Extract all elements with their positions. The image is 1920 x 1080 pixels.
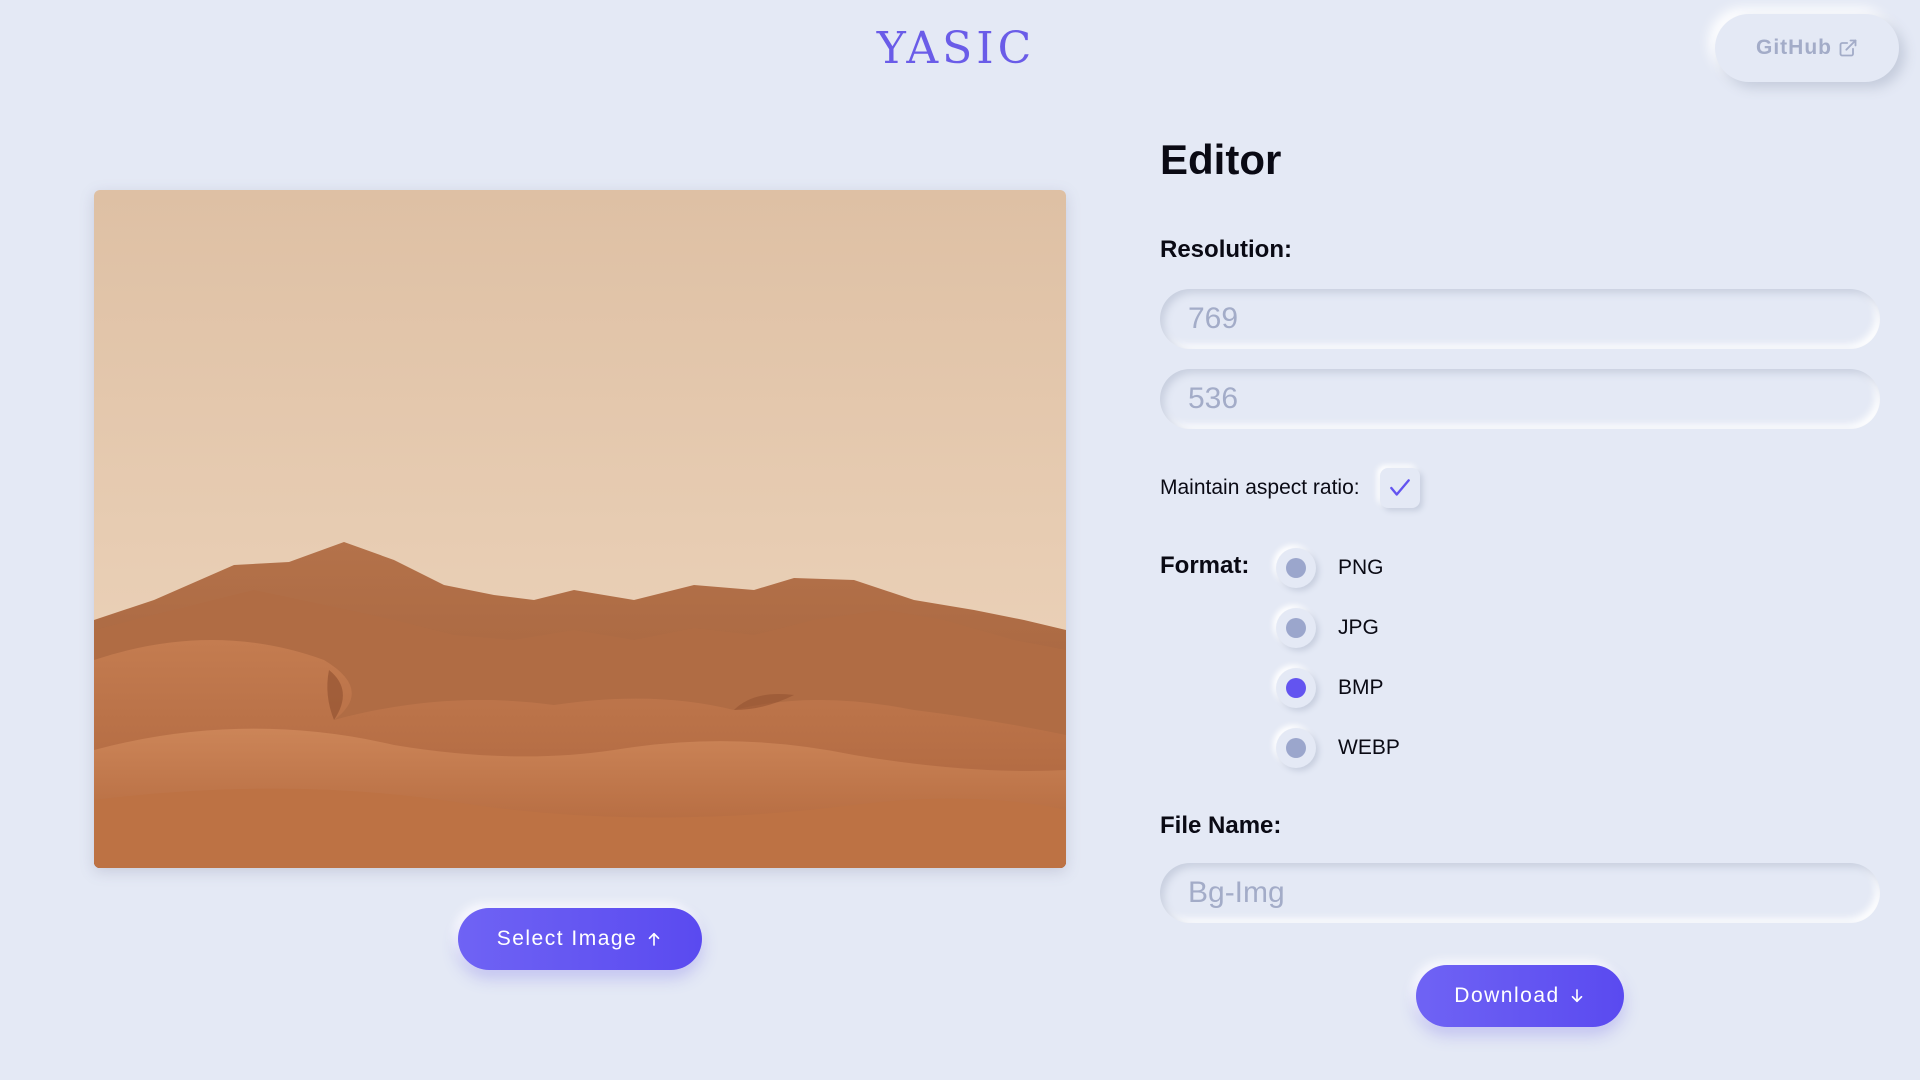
aspect-ratio-checkbox[interactable] (1379, 468, 1420, 508)
resolution-label: Resolution: (1160, 236, 1292, 263)
format-option-label: PNG (1338, 556, 1384, 579)
checkmark-icon (1389, 479, 1410, 496)
desert-dunes-image (94, 190, 1066, 868)
app-logo: YASIC (876, 22, 1036, 74)
app-root: YASIC GitHub Select Image Editor Resolut… (0, 0, 1920, 1080)
radio-button[interactable] (1276, 728, 1316, 768)
format-option-webp[interactable]: WEBP (1276, 728, 1400, 768)
format-option-label: WEBP (1338, 736, 1400, 759)
arrow-down-icon (1571, 989, 1583, 1003)
format-option-bmp[interactable]: BMP (1276, 668, 1400, 708)
github-link-button[interactable]: GitHub (1715, 14, 1899, 82)
aspect-ratio-label: Maintain aspect ratio: (1160, 476, 1360, 499)
format-option-label: JPG (1338, 616, 1379, 639)
height-input[interactable] (1160, 369, 1880, 429)
editor-title: Editor (1160, 136, 1282, 183)
select-image-label: Select Image (496, 927, 638, 950)
image-preview (94, 190, 1066, 868)
download-button[interactable]: Download (1416, 965, 1624, 1027)
radio-button[interactable] (1276, 548, 1316, 588)
format-radio-group: PNG JPG BMP WEBP (1276, 548, 1400, 768)
format-option-jpg[interactable]: JPG (1276, 608, 1400, 648)
github-link-label: GitHub (1756, 36, 1832, 59)
download-label: Download (1454, 984, 1560, 1007)
width-input[interactable] (1160, 289, 1880, 349)
arrow-up-icon (648, 932, 660, 946)
format-option-png[interactable]: PNG (1276, 548, 1400, 588)
format-option-label: BMP (1338, 676, 1384, 699)
external-link-icon (1839, 39, 1857, 57)
radio-button[interactable] (1276, 608, 1316, 648)
file-name-label: File Name: (1160, 812, 1282, 839)
file-name-input[interactable] (1160, 863, 1880, 923)
format-label: Format: (1160, 552, 1250, 579)
select-image-button[interactable]: Select Image (458, 908, 702, 970)
radio-button[interactable] (1276, 668, 1316, 708)
aspect-ratio-row: Maintain aspect ratio: (1160, 468, 1420, 508)
